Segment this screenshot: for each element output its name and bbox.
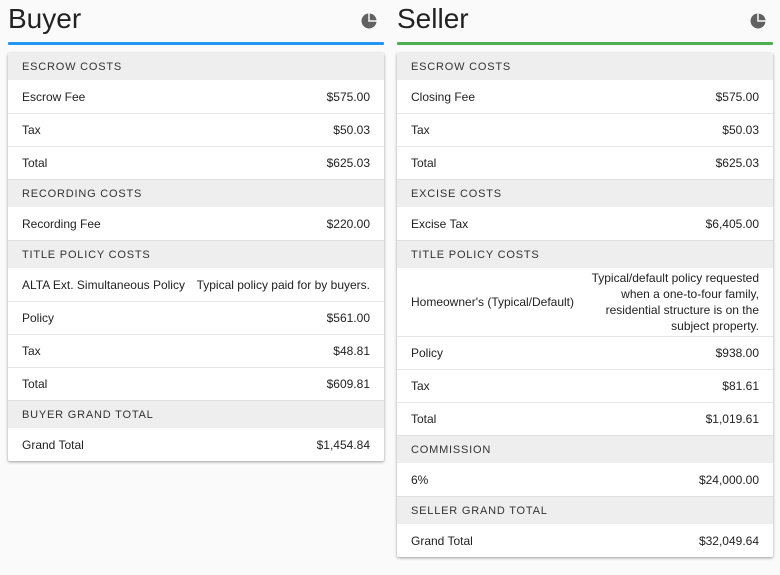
seller-title: Seller [397,3,469,34]
list-item: Policy $561.00 [8,301,384,334]
row-label: 6% [411,472,429,487]
row-value: $938.00 [715,346,759,360]
list-item: Grand Total $32,049.64 [397,524,773,557]
list-item: 6% $24,000.00 [397,463,773,496]
row-value: Typical/default policy requested when a … [591,271,759,333]
list-item: Tax $48.81 [8,334,384,367]
row-label: Grand Total [411,533,473,548]
row-label: Policy [411,346,444,360]
buyer-header: Buyer [8,0,384,42]
list-item: Closing Fee $575.00 [397,80,773,113]
row-label: Total [411,156,437,170]
section-header-excise: Excise Costs [397,179,773,207]
list-item: Homeowner's (Typical/Default) Typical/de… [397,268,773,336]
row-label: Closing Fee [411,89,476,104]
row-value: $561.00 [326,311,370,325]
row-value: Typical policy paid for by buyers. [196,277,370,292]
row-value: $220.00 [326,216,370,231]
row-value: $24,000.00 [698,472,759,487]
row-label: Tax [22,123,41,137]
row-label: Total [22,156,48,170]
buyer-accent-bar [8,42,384,45]
seller-accent-bar [397,42,773,45]
row-label: Total [22,377,48,391]
row-value: $1,454.84 [316,437,370,452]
section-header-title-policy: Title Policy Costs [8,240,384,268]
row-value: $575.00 [715,89,759,104]
seller-column: Seller Escrow Costs Closing Fee $575.00 … [397,0,773,557]
row-label: Homeowner's (Typical/Default) [411,295,575,309]
row-value: $48.81 [333,344,370,358]
row-value: $32,049.64 [698,533,759,548]
row-value: $625.03 [715,156,759,170]
row-label: Policy [22,311,55,325]
row-label: Total [411,412,437,426]
list-item: Escrow Fee $575.00 [8,80,384,113]
row-label: Tax [22,344,41,358]
list-item: Total $609.81 [8,367,384,400]
row-value: $1,019.61 [705,412,759,426]
row-label: Escrow Fee [22,89,86,104]
buyer-card: Escrow Costs Escrow Fee $575.00 Tax $50.… [8,53,384,461]
section-header-commission: Commission [397,435,773,463]
list-item: Grand Total $1,454.84 [8,428,384,461]
list-item: Policy $938.00 [397,336,773,369]
section-header-escrow: Escrow Costs [397,53,773,80]
buyer-column: Buyer Escrow Costs Escrow Fee $575.00 Ta… [8,0,384,461]
section-header-recording: Recording Costs [8,179,384,207]
seller-header: Seller [397,0,773,42]
list-item: Total $1,019.61 [397,402,773,435]
section-header-grand-total: Seller Grand Total [397,496,773,524]
list-item: Recording Fee $220.00 [8,207,384,240]
section-header-title-policy: Title Policy Costs [397,240,773,268]
list-item: Tax $50.03 [397,113,773,146]
list-item: Tax $50.03 [8,113,384,146]
list-item: Total $625.03 [397,146,773,179]
seller-card: Escrow Costs Closing Fee $575.00 Tax $50… [397,53,773,557]
row-value: $6,405.00 [705,216,759,231]
row-label: Grand Total [22,437,84,452]
row-label: Excise Tax [411,216,469,231]
row-value: $609.81 [326,377,370,391]
row-value: $575.00 [326,89,370,104]
row-label: ALTA Ext. Simultaneous Policy [22,277,185,292]
pie-chart-icon[interactable] [749,12,767,30]
row-value: $81.61 [722,379,759,393]
section-header-grand-total: Buyer Grand Total [8,400,384,428]
buyer-title: Buyer [8,3,82,34]
section-header-escrow: Escrow Costs [8,53,384,80]
row-label: Tax [411,123,430,137]
list-item: Total $625.03 [8,146,384,179]
list-item: Excise Tax $6,405.00 [397,207,773,240]
row-value: $50.03 [722,123,759,137]
list-item: Tax $81.61 [397,369,773,402]
row-label: Recording Fee [22,216,101,231]
pie-chart-icon[interactable] [360,12,378,30]
row-value: $625.03 [326,156,370,170]
row-value: $50.03 [333,123,370,137]
list-item: ALTA Ext. Simultaneous Policy Typical po… [8,268,384,301]
row-label: Tax [411,379,430,393]
